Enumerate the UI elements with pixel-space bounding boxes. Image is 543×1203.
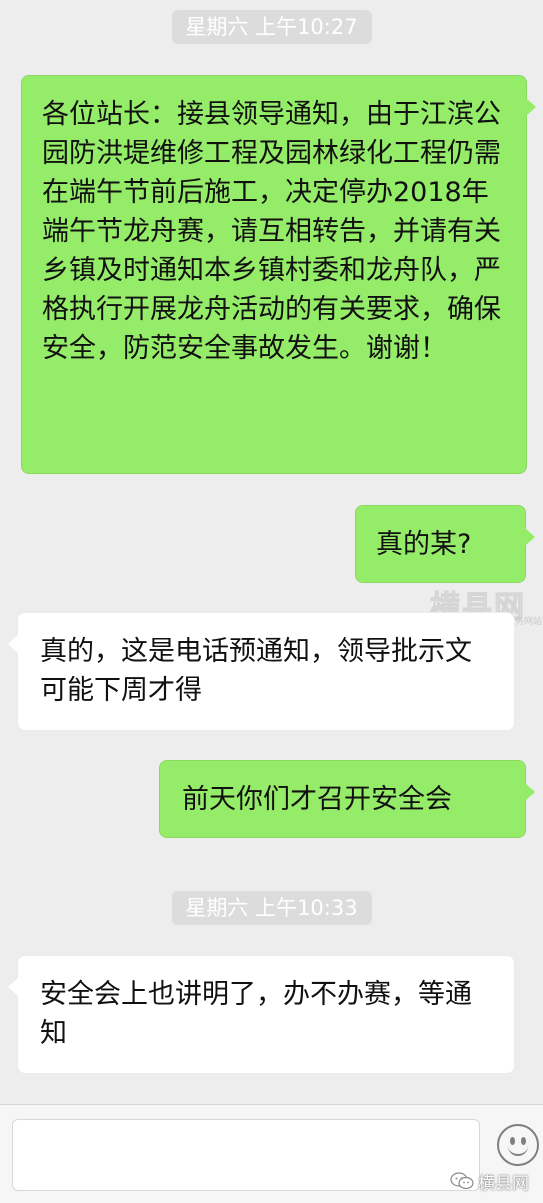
- bubble-tail: [526, 98, 536, 116]
- message-bubble-received[interactable]: 真的，这是电话预通知，领导批示文可能下周才得: [8, 612, 515, 731]
- bubble-tail: [8, 978, 18, 996]
- message-bubble-sent[interactable]: 真的某?: [355, 505, 535, 583]
- message-bubble-sent[interactable]: 前天你们才召开安全会: [159, 760, 535, 838]
- message-text: 各位站长：接县领导通知，由于江滨公园防洪堤维修工程及园林绿化工程仍需在端午节前后…: [42, 99, 501, 364]
- message-text: 安全会上也讲明了，办不办赛，等通知: [40, 979, 472, 1049]
- message-input[interactable]: [12, 1119, 480, 1191]
- message-bubble-sent[interactable]: 各位站长：接县领导通知，由于江滨公园防洪堤维修工程及园林绿化工程仍需在端午节前后…: [21, 75, 536, 474]
- message-text: 前天你们才召开安全会: [182, 784, 452, 815]
- source-tag: 横县网: [450, 1168, 529, 1194]
- source-label: 横县网: [478, 1173, 529, 1194]
- emoji-smile-icon[interactable]: [497, 1124, 539, 1166]
- emoji-mouth: [508, 1143, 528, 1156]
- timestamp: 星期六 上午10:27: [171, 10, 372, 44]
- message-text: 真的某?: [376, 529, 472, 560]
- bubble-tail: [525, 783, 535, 801]
- wechat-official-account-icon: [450, 1172, 474, 1190]
- bubble-tail: [8, 635, 18, 653]
- message-text: 真的，这是电话预通知，领导批示文可能下周才得: [40, 636, 472, 706]
- bubble-tail: [525, 528, 535, 546]
- timestamp: 星期六 上午10:33: [171, 891, 372, 925]
- message-bubble-received[interactable]: 安全会上也讲明了，办不办赛，等通知: [8, 955, 515, 1074]
